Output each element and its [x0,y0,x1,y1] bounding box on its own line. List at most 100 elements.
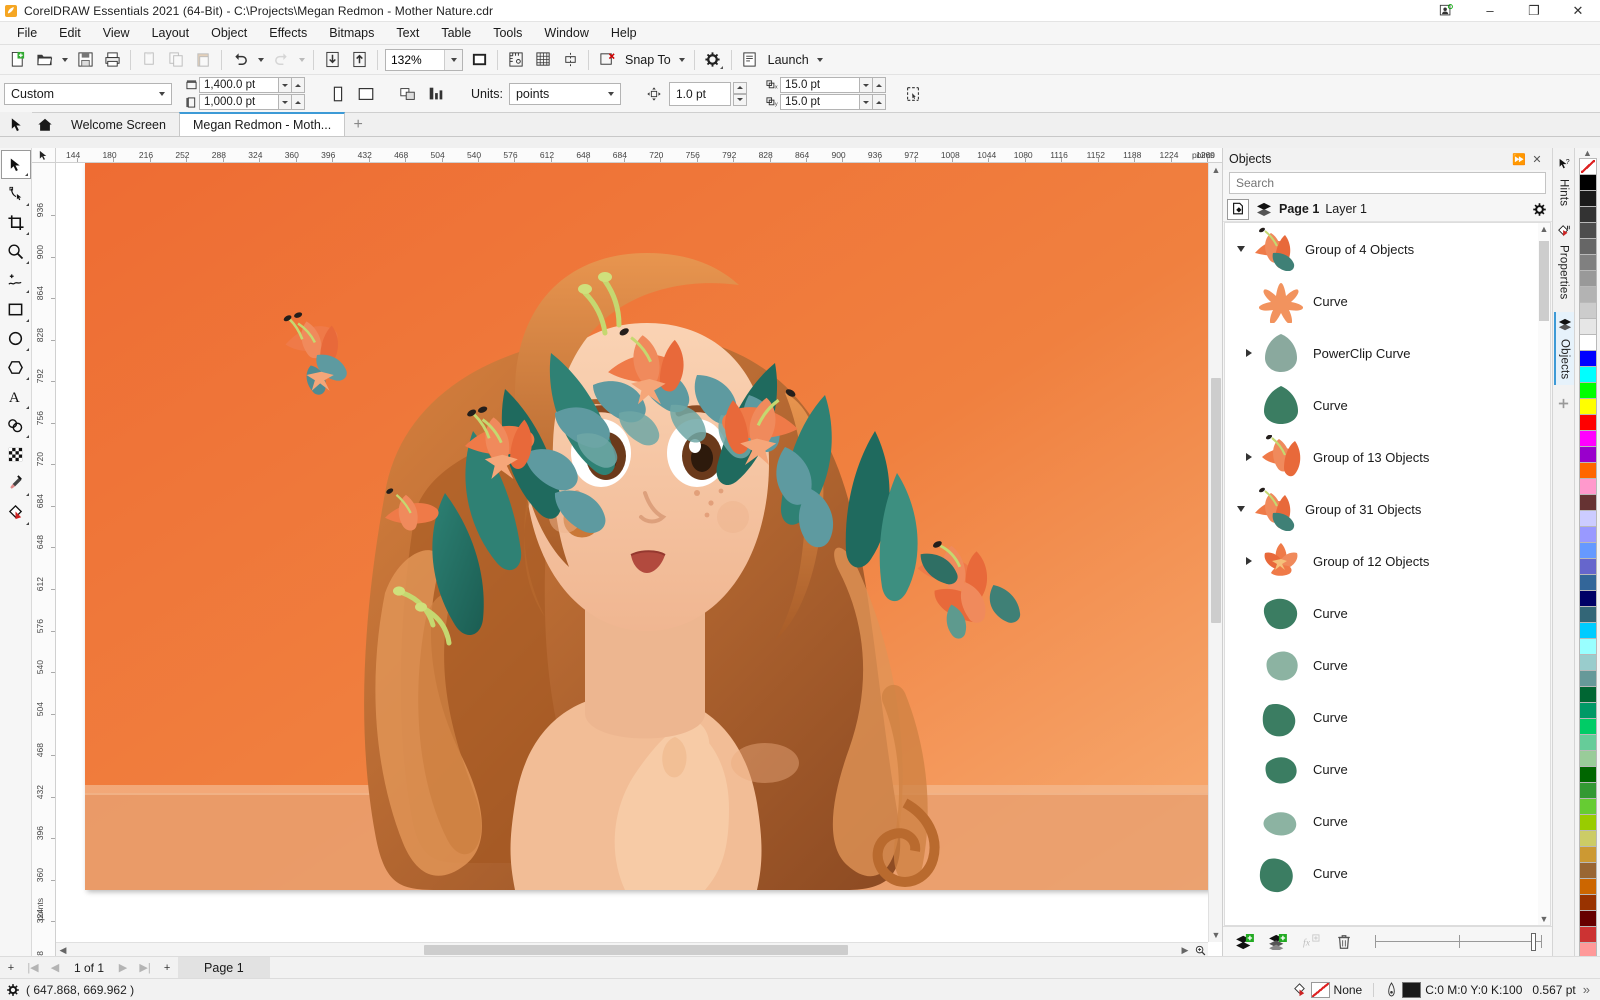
user-account-icon[interactable] [1424,0,1468,22]
save-document-button[interactable] [72,47,98,72]
vertical-ruler[interactable]: 9369008648287927567206846486125765405044… [32,163,56,956]
nudge-up[interactable] [733,82,747,94]
scroll-right-arrow[interactable]: ▶ [1178,943,1192,956]
units-select[interactable]: points [509,83,621,105]
scroll-left-arrow[interactable]: ◀ [56,943,70,956]
object-list-item[interactable]: PowerClip Curve [1225,327,1550,379]
page-preset-select[interactable]: Custom [4,83,172,105]
palette-swatch[interactable] [1579,382,1597,398]
object-list-item[interactable]: Curve [1225,795,1550,847]
palette-swatch[interactable] [1579,542,1597,558]
menu-help[interactable]: Help [600,23,648,44]
palette-swatch[interactable] [1579,286,1597,302]
page-width-down[interactable] [279,77,292,93]
launch-icon[interactable] [737,47,763,72]
palette-swatch[interactable] [1579,206,1597,222]
snap-to-dropdown[interactable] [676,47,689,72]
new-tab-button[interactable]: + [345,113,371,136]
edit-page-border-button[interactable] [900,81,926,106]
duplicate-x-up[interactable] [873,77,886,93]
duplicate-x-field[interactable]: x 15.0 pt [765,77,886,93]
docker-scrollbar[interactable]: ▲ ▼ [1538,223,1550,925]
docker-options-gear-icon[interactable] [1530,200,1548,218]
export-button[interactable] [346,47,372,72]
tab-document[interactable]: Megan Redmon - Moth... [179,112,345,136]
paste-button[interactable] [190,47,216,72]
new-layer-button[interactable] [1233,931,1257,953]
page-height-down[interactable] [279,94,292,110]
palette-swatch[interactable] [1579,894,1597,910]
menu-bitmaps[interactable]: Bitmaps [318,23,385,44]
docker-scroll-down[interactable]: ▼ [1538,913,1550,925]
cut-button[interactable] [136,47,162,72]
minimize-button[interactable]: – [1468,0,1512,22]
palette-swatch[interactable] [1579,846,1597,862]
duplicate-y-field[interactable]: y 15.0 pt [765,94,886,110]
show-object-properties-button[interactable] [1227,199,1249,220]
expander-down-icon[interactable] [1233,246,1249,252]
scroll-up-arrow[interactable]: ▲ [1209,163,1222,177]
outline-indicator[interactable]: C:0 M:0 Y:0 K:100 0.567 pt [1385,982,1576,998]
tool-rectangle-tool[interactable] [1,295,31,324]
object-list-item[interactable]: Group of 12 Objects [1225,535,1550,587]
object-list-item[interactable]: Curve [1225,275,1550,327]
page-height-up[interactable] [292,94,305,110]
expander-right-icon[interactable] [1241,557,1257,565]
restore-button[interactable]: ❐ [1512,0,1556,22]
menu-object[interactable]: Object [200,23,258,44]
tool-freehand-tool[interactable] [1,266,31,295]
new-document-button[interactable] [4,47,30,72]
menu-window[interactable]: Window [533,23,599,44]
palette-swatch[interactable] [1579,750,1597,766]
tool-shape-tool[interactable] [1,179,31,208]
palette-swatch[interactable] [1579,318,1597,334]
launch-label[interactable]: Launch [764,53,813,67]
welcome-screen-home-icon[interactable] [32,112,58,136]
palette-swatch[interactable] [1579,174,1597,190]
object-list-item[interactable]: Curve [1225,587,1550,639]
show-rulers-button[interactable] [503,47,529,72]
print-document-button[interactable] [99,47,125,72]
tool-shape-edit-tool[interactable] [1,411,31,440]
horizontal-ruler[interactable]: 1441802162522883243603964324685045405766… [32,148,1222,163]
next-page-button[interactable]: ▶ [112,957,134,978]
menu-edit[interactable]: Edit [48,23,92,44]
duplicate-y-down[interactable] [860,94,873,110]
status-overflow-icon[interactable]: » [1583,982,1590,997]
object-search-input[interactable] [1236,176,1545,190]
palette-swatch[interactable] [1579,254,1597,270]
tool-polygon-tool[interactable] [1,353,31,382]
palette-swatch[interactable] [1579,366,1597,382]
artboard-page[interactable] [85,163,1208,890]
redo-dropdown[interactable] [295,47,308,72]
tool-interactive-fill-tool[interactable] [1,498,31,527]
horizontal-scroll-thumb[interactable] [424,945,848,955]
menu-table[interactable]: Table [430,23,482,44]
nudge-down[interactable] [733,94,747,106]
tool-ellipse-tool[interactable] [1,324,31,353]
palette-swatch[interactable] [1579,158,1597,174]
show-grid-button[interactable] [530,47,556,72]
palette-swatch[interactable] [1579,510,1597,526]
palette-swatch[interactable] [1579,222,1597,238]
tool-pattern-fill-tool[interactable] [1,440,31,469]
delete-button[interactable] [1332,931,1356,953]
object-list-item[interactable]: Group of 31 Objects [1225,483,1550,535]
object-list-item[interactable]: Curve [1225,743,1550,795]
layer-label[interactable]: Layer 1 [1325,202,1367,216]
palette-swatch[interactable] [1579,766,1597,782]
object-list-item[interactable]: Curve [1225,379,1550,431]
palette-swatch[interactable] [1579,574,1597,590]
palette-swatch[interactable] [1579,654,1597,670]
palette-swatch[interactable] [1579,862,1597,878]
palette-swatch[interactable] [1579,910,1597,926]
page-label[interactable]: Page 1 [1279,202,1319,216]
tool-crop-tool[interactable] [1,208,31,237]
palette-swatch[interactable] [1579,702,1597,718]
palette-swatch[interactable] [1579,670,1597,686]
menu-text[interactable]: Text [385,23,430,44]
menu-view[interactable]: View [92,23,141,44]
palette-swatch[interactable] [1579,270,1597,286]
drawing-canvas[interactable] [56,163,1208,942]
docker-tab-properties[interactable]: Properties [1554,218,1574,305]
